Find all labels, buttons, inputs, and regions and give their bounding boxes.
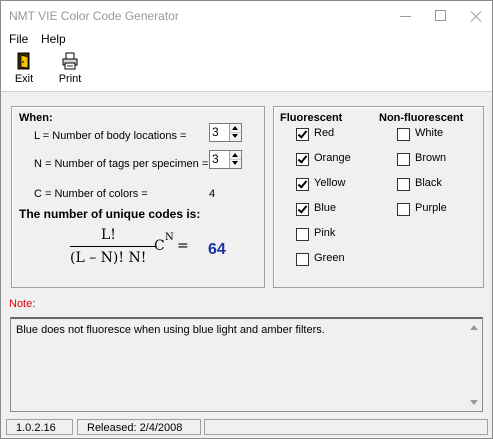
minimize-button[interactable] — [390, 1, 422, 31]
checkbox-label: Blue — [314, 202, 337, 214]
checkbox-box[interactable] — [397, 178, 410, 191]
menu-help[interactable]: Help — [41, 32, 66, 46]
l-spin-down-icon[interactable] — [230, 132, 241, 140]
non-fluorescent-heading: Non-fluorescent — [379, 112, 464, 124]
checkbox-box[interactable] — [397, 128, 410, 141]
menu-file[interactable]: File — [9, 32, 28, 46]
formula-equals: = — [177, 238, 189, 254]
checkbox-box[interactable] — [296, 128, 309, 141]
checkbox-box[interactable] — [296, 253, 309, 266]
formula-denominator: (L – N)! N! — [70, 250, 147, 266]
scroll-down-icon[interactable] — [470, 400, 478, 405]
l-value: 3 — [212, 125, 219, 139]
exit-door-icon — [17, 52, 30, 70]
checkbox-label: Red — [314, 127, 335, 139]
checkbox-label: Pink — [314, 227, 336, 239]
l-spinner[interactable]: 3 — [209, 123, 242, 142]
status-bar: 1.0.2.16 Released: 2/4/2008 — [1, 417, 492, 438]
exit-label: Exit — [14, 73, 34, 85]
checkbox-box[interactable] — [397, 203, 410, 216]
when-heading: When: — [19, 112, 53, 124]
checkbox-box[interactable] — [296, 203, 309, 216]
checkbox-box[interactable] — [296, 178, 309, 191]
formula-exponent: N — [165, 232, 174, 243]
print-label: Print — [58, 73, 82, 85]
app-window: NMT VIE Color Code Generator File Help E… — [0, 0, 493, 439]
window-title: NMT VIE Color Code Generator — [9, 9, 179, 23]
fluorescent-heading: Fluorescent — [280, 112, 343, 124]
printer-icon — [62, 52, 78, 70]
unique-heading: The number of unique codes is: — [19, 207, 201, 221]
checkbox-label: Green — [314, 252, 345, 264]
checkbox-label: Purple — [415, 202, 447, 214]
title-bar[interactable]: NMT VIE Color Code Generator — [1, 1, 492, 31]
fraction-line — [70, 246, 156, 247]
checkbox-label: Black — [415, 177, 442, 189]
checkbox-box[interactable] — [296, 153, 309, 166]
status-empty — [204, 419, 488, 435]
c-label: C = Number of colors = — [34, 188, 148, 200]
n-spinner-buttons — [229, 151, 241, 168]
note-textarea[interactable]: Blue does not fluoresce when using blue … — [10, 317, 483, 412]
maximize-button[interactable] — [425, 1, 457, 31]
l-label: L = Number of body locations = — [34, 130, 187, 142]
formula-numerator: L! — [101, 227, 116, 243]
n-spinner[interactable]: 3 — [209, 150, 242, 169]
exit-button[interactable]: Exit — [7, 52, 41, 90]
scroll-up-icon[interactable] — [470, 325, 478, 330]
toolbar: Exit Print — [1, 49, 492, 92]
checkbox-label: Brown — [415, 152, 447, 164]
when-panel: When: L = Number of body locations = 3 N… — [11, 106, 265, 288]
status-version: 1.0.2.16 — [6, 419, 73, 435]
close-button[interactable] — [460, 1, 492, 31]
colors-panel: Fluorescent Non-fluorescent Red Orange Yel… — [273, 106, 484, 288]
status-released: Released: 2/4/2008 — [77, 419, 201, 435]
note-label: Note: — [9, 298, 36, 310]
checkbox-label: Yellow — [314, 177, 346, 189]
l-spinner-buttons — [229, 124, 241, 141]
note-text: Blue does not fluoresce when using blue … — [16, 324, 325, 336]
print-button[interactable]: Print — [53, 52, 87, 90]
checkbox-label: White — [415, 127, 444, 139]
note-scrollbar[interactable] — [467, 319, 482, 411]
n-value: 3 — [212, 152, 219, 166]
checkbox-box[interactable] — [397, 153, 410, 166]
n-spin-down-icon[interactable] — [230, 159, 241, 167]
menu-bar: File Help — [1, 31, 492, 49]
checkbox-label: Orange — [314, 152, 351, 164]
result-value: 64 — [208, 241, 226, 258]
n-label: N = Number of tags per specimen = — [34, 158, 209, 170]
checkbox-box[interactable] — [296, 228, 309, 241]
c-value: 4 — [209, 188, 216, 200]
formula-base: C — [154, 238, 165, 254]
